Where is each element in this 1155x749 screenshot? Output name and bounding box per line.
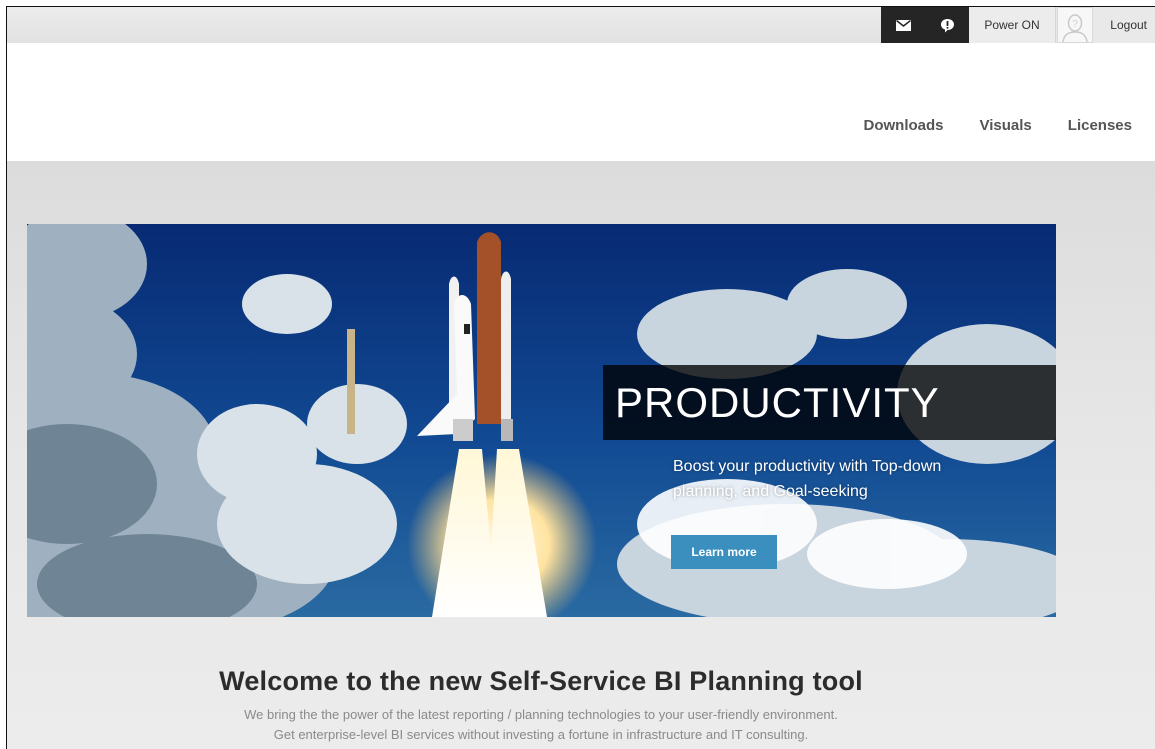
utility-menu: Power ON ? Logout xyxy=(881,7,1155,43)
hero-line-1: Boost your productivity with Top-down xyxy=(673,458,942,475)
notification-icon[interactable] xyxy=(935,13,959,37)
nav-visuals[interactable]: Visuals xyxy=(980,117,1032,134)
welcome-line-2: Get enterprise-level BI services without… xyxy=(273,727,809,742)
page-frame: Power ON ? Logout Downloads Visuals Lice… xyxy=(6,6,1155,749)
nav-licenses[interactable]: Licenses xyxy=(1068,117,1132,134)
welcome-section: Welcome to the new Self-Service BI Plann… xyxy=(7,666,1075,745)
welcome-title: Welcome to the new Self-Service BI Plann… xyxy=(219,666,863,696)
user-menu[interactable]: ? Logout xyxy=(1056,7,1155,43)
logout-link[interactable]: Logout xyxy=(1093,18,1155,32)
main-navbar: Downloads Visuals Licenses xyxy=(7,43,1155,161)
top-utility-bar: Power ON ? Logout xyxy=(7,7,1155,43)
hero-title: PRODUCTIVITY xyxy=(603,365,1056,440)
nav-links: Downloads Visuals Licenses xyxy=(864,117,1133,134)
learn-more-button[interactable]: Learn more xyxy=(671,535,777,569)
nav-downloads[interactable]: Downloads xyxy=(864,117,944,134)
mail-icon[interactable] xyxy=(891,13,915,37)
welcome-line-1: We bring the the power of the latest rep… xyxy=(244,707,838,722)
hero-banner: PRODUCTIVITY Boost your productivity wit… xyxy=(27,224,1056,617)
svg-text:?: ? xyxy=(1072,19,1078,30)
avatar: ? xyxy=(1057,7,1093,43)
hero-description: Boost your productivity with Top-down pl… xyxy=(673,454,1033,504)
content-area: PRODUCTIVITY Boost your productivity wit… xyxy=(7,161,1155,749)
hero-line-2: planning, and Goal-seeking xyxy=(673,483,868,500)
power-on-link[interactable]: Power ON xyxy=(969,7,1056,43)
icon-group xyxy=(881,7,969,43)
